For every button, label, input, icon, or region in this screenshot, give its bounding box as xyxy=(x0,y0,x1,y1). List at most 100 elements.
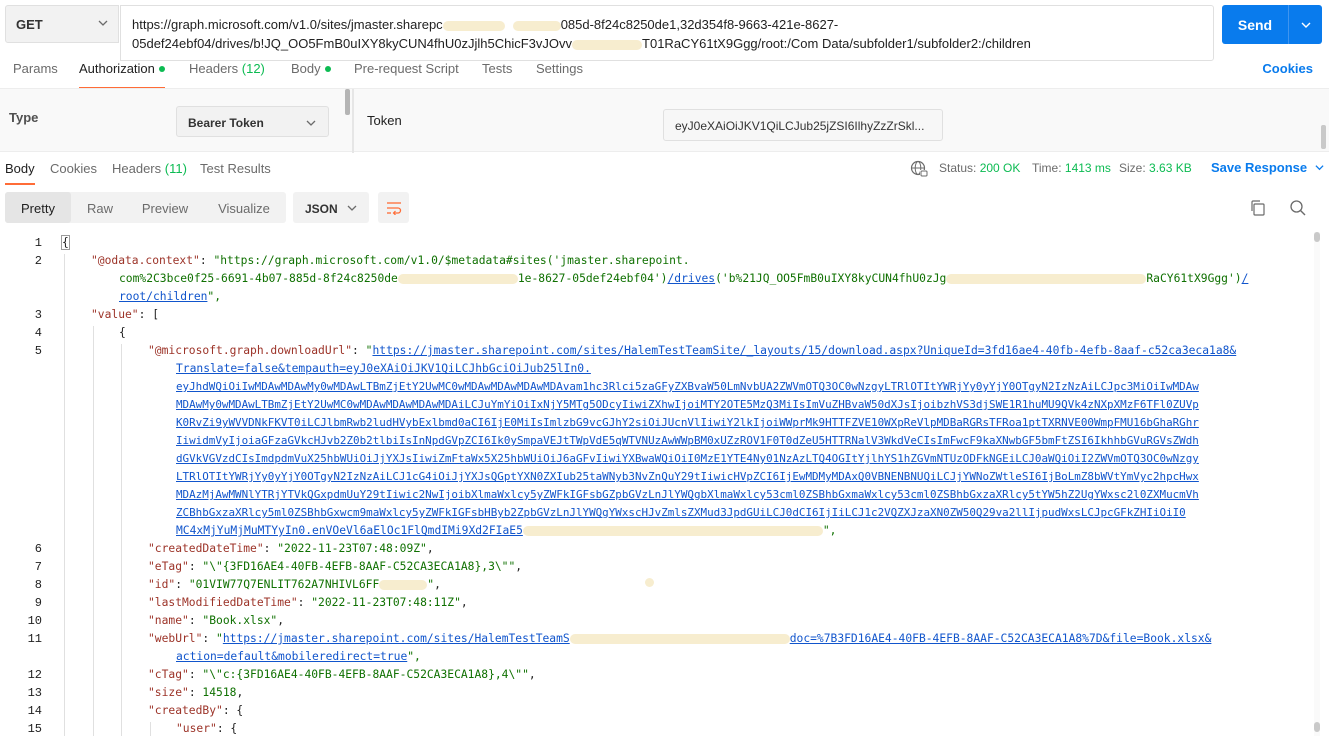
url-input[interactable]: https://graph.microsoft.com/v1.0/sites/j… xyxy=(120,5,1214,61)
json-line: "name": "Book.xlsx", xyxy=(148,614,285,627)
json-line: "size": 14518, xyxy=(148,686,244,699)
json-line: IiwidmVyIjoiaGFzaGVkcHJvb2Z0b2tlbiIsInNp… xyxy=(176,434,1199,447)
time-readout: Time: 1413 ms xyxy=(1032,161,1111,175)
send-button[interactable]: Send xyxy=(1222,5,1322,44)
tab-response-body[interactable]: Body xyxy=(5,161,35,185)
json-line: action=default&mobileredirect=true", xyxy=(176,650,421,663)
redacted-mark xyxy=(645,578,654,587)
redacted-mark xyxy=(572,39,643,50)
tab-response-cookies[interactable]: Cookies xyxy=(50,161,97,176)
tab-test-results[interactable]: Test Results xyxy=(200,161,271,176)
line-number: 8 xyxy=(34,578,42,592)
visualize-button[interactable]: Visualize xyxy=(211,192,277,223)
chevron-down-icon xyxy=(1301,22,1310,28)
web-url-link[interactable]: https://jmaster.sharepoint.com/sites/Hal… xyxy=(223,632,570,645)
method-select[interactable]: GET xyxy=(5,5,119,43)
auth-type-select[interactable]: Bearer Token xyxy=(176,106,329,137)
json-line: "@microsoft.graph.downloadUrl": "https:/… xyxy=(148,344,1237,357)
redacted-mark xyxy=(946,274,1147,284)
line-number: 10 xyxy=(27,614,42,628)
json-line: K0RvZi9yWVVDNkFKVT0iLCJlbmRwb2ludHVybExl… xyxy=(176,416,1199,429)
line-number: 11 xyxy=(27,632,42,646)
json-line: com%2C3bce0f25-6691-4b07-885d-8f24c8250d… xyxy=(119,272,1249,285)
json-line: dGVkVGVzdCIsImdpdmVuX25hbWUiOiJjYXJsIiwi… xyxy=(176,452,1199,465)
view-mode-segmented: Pretty Raw Preview Visualize xyxy=(5,192,286,223)
line-number: 14 xyxy=(27,704,42,718)
auth-scrollbar[interactable] xyxy=(345,89,350,115)
tab-tests[interactable]: Tests xyxy=(482,61,512,85)
line-number: 4 xyxy=(34,326,42,340)
line-number: 2 xyxy=(34,254,42,268)
save-response-button[interactable]: Save Response xyxy=(1211,160,1324,175)
tab-prerequest-script[interactable]: Pre-request Script xyxy=(354,61,459,85)
json-line: { xyxy=(119,326,126,339)
chevron-down-icon xyxy=(306,120,316,126)
response-body-editor[interactable]: 1 2 3 4 5 6 7 8 9 10 11 12 13 14 15 { "@… xyxy=(0,232,1312,736)
json-line: MC4xMjYuMjMuMTYyIn0.enVOeVl6aElOc1FlQmdI… xyxy=(176,524,837,537)
line-number: 7 xyxy=(34,560,42,574)
status-dot-icon xyxy=(158,65,165,72)
tab-body[interactable]: Body xyxy=(291,61,331,85)
preview-button[interactable]: Preview xyxy=(135,192,195,223)
json-line: "createdDateTime": "2022-11-23T07:48:09Z… xyxy=(148,542,434,555)
line-number: 1 xyxy=(34,236,42,250)
line-number: 6 xyxy=(34,542,42,556)
download-url-link[interactable]: https://jmaster.sharepoint.com/sites/Hal… xyxy=(372,344,1236,357)
search-icon[interactable] xyxy=(1289,199,1307,217)
url-text-2: 05def24ebf04/drives/b!JQ_OO5FmB0uIXY8kyC… xyxy=(132,36,573,51)
wrap-lines-button[interactable] xyxy=(378,192,409,223)
json-line: Translate=false&tempauth=eyJ0eXAiOiJKV1Q… xyxy=(176,362,591,375)
request-tabs: Params Authorization Headers (12) Body P… xyxy=(0,58,1329,89)
globe-network-icon[interactable] xyxy=(910,160,928,178)
redacted-mark xyxy=(522,526,823,536)
auth-right-scrollbar[interactable] xyxy=(1321,125,1326,149)
send-options-button[interactable] xyxy=(1289,20,1322,30)
status-readout: Status: 200 OK xyxy=(939,161,1021,175)
line-number: 15 xyxy=(27,722,42,736)
tab-authorization[interactable]: Authorization xyxy=(79,61,165,89)
chevron-down-icon xyxy=(98,20,108,26)
chevron-down-icon xyxy=(347,205,357,211)
tab-headers[interactable]: Headers (12) xyxy=(189,61,265,85)
response-tabs: Body Cookies Headers (11) Test Results S… xyxy=(0,152,1329,186)
json-line: "@odata.context": "https://graph.microso… xyxy=(91,254,690,267)
format-select[interactable]: JSON xyxy=(293,192,369,223)
pretty-button[interactable]: Pretty xyxy=(5,192,71,223)
line-number: 13 xyxy=(27,686,42,700)
json-line: "eTag": "\"{3FD16AE4-40FB-4EFB-8AAF-C52C… xyxy=(148,560,523,573)
raw-button[interactable]: Raw xyxy=(77,192,123,223)
redacted-mark xyxy=(442,20,505,31)
line-number: 9 xyxy=(34,596,42,610)
json-line: "value": [ xyxy=(91,308,160,321)
copy-icon[interactable] xyxy=(1249,199,1267,217)
format-toolbar: Pretty Raw Preview Visualize JSON xyxy=(0,190,1329,226)
json-line: root/children", xyxy=(119,290,222,303)
editor-scrollbar[interactable] xyxy=(1314,232,1320,736)
redacted-mark xyxy=(512,20,561,31)
json-line: eyJhdWQiOiIwMDAwMDAwMy0wMDAwLTBmZjEtY2Uw… xyxy=(176,380,1199,393)
json-line: "cTag": "\"c:{3FD16AE4-40FB-4EFB-8AAF-C5… xyxy=(148,668,536,681)
token-input[interactable]: eyJ0eXAiOiJKV1QiLCJub25jZSI6IlhyZzZrSkl.… xyxy=(663,109,943,141)
root-children-link[interactable]: root/children xyxy=(119,290,207,303)
line-number: 3 xyxy=(34,308,42,322)
json-line: "createdBy": { xyxy=(148,704,244,717)
tab-params[interactable]: Params xyxy=(13,61,58,85)
wrap-lines-icon xyxy=(386,201,401,215)
cookies-link[interactable]: Cookies xyxy=(1262,61,1313,76)
redacted-mark xyxy=(379,580,428,590)
line-number: 5 xyxy=(34,344,42,358)
url-bar: GET https://graph.microsoft.com/v1.0/sit… xyxy=(0,0,1329,61)
redacted-mark xyxy=(397,274,518,284)
method-value: GET xyxy=(16,16,43,32)
json-open-brace: { xyxy=(61,235,70,250)
url-text-1: https://graph.microsoft.com/v1.0/sites/j… xyxy=(132,17,443,32)
tab-response-headers[interactable]: Headers (11) xyxy=(112,161,187,176)
status-badge: 200 OK xyxy=(979,161,1021,175)
json-line: MDAzMjAwMWNlYTRjYTVkQGxpdmUuY29tIiwic2Nw… xyxy=(176,488,1199,501)
drives-link[interactable]: /drives xyxy=(668,272,716,285)
panel-divider[interactable] xyxy=(352,89,354,153)
tab-settings[interactable]: Settings xyxy=(536,61,583,85)
send-label: Send xyxy=(1237,16,1273,33)
token-label: Token xyxy=(367,113,402,128)
json-line: "user": { xyxy=(176,722,238,735)
